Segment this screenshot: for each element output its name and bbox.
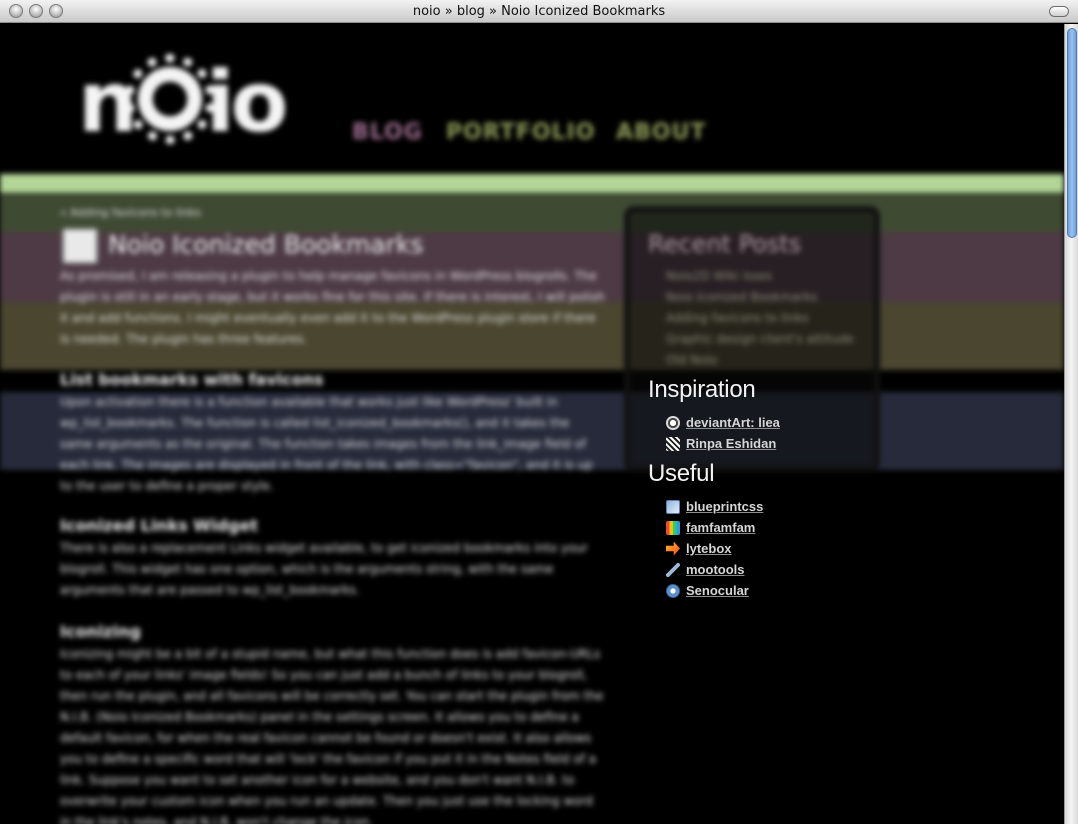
nav-about[interactable]: ABOUT: [616, 120, 706, 145]
senocular-icon: [666, 583, 680, 598]
mootools-icon: [666, 562, 680, 577]
recent-posts-list: Noio2D Wiki isses Noio Iconized Bookmark…: [666, 266, 854, 371]
lytebox-icon: [666, 541, 680, 556]
header-divider: [0, 174, 1064, 193]
list-item: lytebox: [666, 538, 763, 559]
post-paragraph: Upon activation there is a function avai…: [60, 395, 593, 493]
toolbar-toggle-button[interactable]: [1049, 6, 1069, 17]
link-blueprintcss[interactable]: blueprintcss: [686, 499, 763, 514]
recent-post-link[interactable]: Old Noio: [666, 350, 854, 371]
list-item: Senocular: [666, 580, 763, 601]
post-paragraph: As promised, I am releasing a plugin to …: [60, 269, 605, 346]
window-titlebar: noio » blog » Noio Iconized Bookmarks: [0, 0, 1078, 23]
list-item: blueprintcss: [666, 496, 763, 517]
scrollbar-thumb[interactable]: [1067, 28, 1077, 238]
post-title: Noio Iconized Bookmarks: [108, 230, 424, 259]
vertical-scrollbar[interactable]: [1064, 24, 1078, 824]
bookmark-icon: [62, 228, 98, 264]
page-viewport: n io BLOG PORTFOLIO ABOUT « Adding favico…: [0, 24, 1064, 824]
nav-portfolio[interactable]: PORTFOLIO: [446, 120, 595, 145]
rinpa-icon: [666, 436, 680, 451]
link-senocular[interactable]: Senocular: [686, 583, 749, 598]
minimize-window-button[interactable]: [29, 4, 43, 18]
recent-post-link[interactable]: Graphic design client's attitude: [666, 329, 854, 350]
gear-icon: [124, 54, 215, 144]
section-heading: Iconizing: [60, 622, 141, 641]
list-item: deviantArt: liea: [666, 412, 780, 433]
recent-posts-title: Recent Posts: [648, 230, 802, 258]
inspiration-links: deviantArt: liea Rinpa Eshidan: [666, 412, 780, 454]
useful-links: blueprintcss famfamfam lytebox mootools …: [666, 496, 763, 601]
post-paragraph: There is also a replacement Links widget…: [60, 541, 588, 597]
post-paragraph: Iconizing might be a bit of a stupid nam…: [60, 647, 604, 824]
recent-post-link[interactable]: Noio Iconized Bookmarks: [666, 287, 854, 308]
section-heading: Iconized Links Widget: [60, 516, 258, 535]
link-rinpa-eshidan[interactable]: Rinpa Eshidan: [686, 436, 776, 451]
blueprint-icon: [666, 499, 680, 514]
list-item: famfamfam: [666, 517, 763, 538]
useful-title: Useful: [648, 460, 715, 487]
list-item: Rinpa Eshidan: [666, 433, 780, 454]
inspiration-title: Inspiration: [648, 376, 756, 403]
recent-post-link[interactable]: Noio2D Wiki isses: [666, 266, 854, 287]
link-mootools[interactable]: mootools: [686, 562, 745, 577]
recent-post-link[interactable]: Adding favicons to links: [666, 308, 854, 329]
site-logo[interactable]: n io: [78, 54, 288, 144]
link-famfamfam[interactable]: famfamfam: [686, 520, 755, 535]
section-heading: List bookmarks with favicons: [60, 370, 324, 389]
nav-blog[interactable]: BLOG: [352, 120, 423, 145]
famfamfam-icon: [666, 520, 680, 535]
list-item: mootools: [666, 559, 763, 580]
zoom-window-button[interactable]: [49, 4, 63, 18]
deviantart-icon: [666, 415, 680, 430]
link-deviantart[interactable]: deviantArt: liea: [686, 415, 780, 430]
previous-post-link[interactable]: « Adding favicons to links: [60, 206, 605, 219]
close-window-button[interactable]: [9, 4, 23, 18]
window-title: noio » blog » Noio Iconized Bookmarks: [412, 4, 666, 19]
link-lytebox[interactable]: lytebox: [686, 541, 732, 556]
